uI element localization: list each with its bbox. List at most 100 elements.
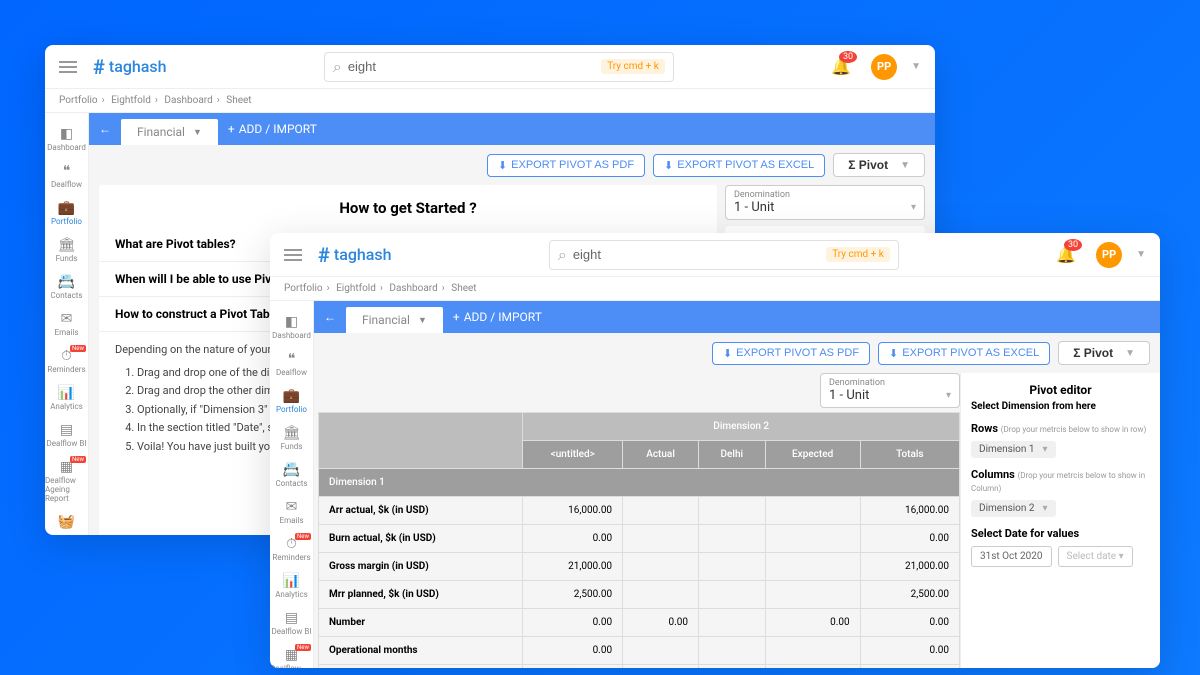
notifications-button[interactable]: 🔔 30 [1056,245,1076,264]
search-box[interactable]: ⌕ Try cmd + k [324,52,674,82]
notifications-button[interactable]: 🔔 30 [831,57,851,76]
brand-name: taghash [109,57,167,76]
pivot-toggle-button[interactable]: Σ Pivot▼ [833,153,925,177]
sidebar-label: Reminders [272,553,310,562]
sidebar-label: Dealflow Ageing Report [45,476,88,503]
search-input[interactable] [573,247,826,262]
crumb-dashboard[interactable]: Dashboard [389,283,437,294]
sidebar-item-emails[interactable]: ✉Emails [270,494,313,531]
tab-financial[interactable]: Financial▼ [121,119,218,145]
cell [699,665,766,669]
brand-logo[interactable]: #taghash [318,243,392,267]
chevron-down-icon[interactable]: ▼ [1136,249,1146,260]
denomination-label: Denomination [734,190,916,200]
sidebar-icon: 🏛 [58,238,76,252]
back-icon[interactable]: ← [324,310,336,324]
sidebar-item-emails[interactable]: ✉Emails [45,306,88,343]
plus-icon: + [453,310,460,324]
cell [623,525,699,553]
column-header[interactable]: Delhi [699,441,766,469]
sidebar-item-contacts[interactable]: 📇Contacts [45,269,88,306]
topbar: #taghash ⌕ Try cmd + k 🔔 30 PP ▼ [270,233,1160,277]
search-input[interactable] [348,59,601,74]
sidebar-label: Dealflow [51,180,82,189]
cell [765,497,860,525]
cell [699,637,766,665]
sidebar-item-funds[interactable]: 🏛Funds [45,232,88,269]
sheet-tabbar: ← Financial▼ +ADD / IMPORT [314,301,1160,333]
cell: 0.00 [523,665,623,669]
crumb-sheet[interactable]: Sheet [226,95,251,106]
column-header[interactable]: <untitled> [523,441,623,469]
sidebar-item-analytics[interactable]: 📊Analytics [45,380,88,417]
sidebar-label: Dashboard [272,331,311,340]
search-icon: ⌕ [333,57,342,77]
column-header[interactable]: Actual [623,441,699,469]
column-header[interactable]: Totals [860,441,959,469]
menu-icon[interactable] [284,249,302,261]
sidebar-item-dashboard[interactable]: ◧Dashboard [45,121,88,158]
sidebar: ◧Dashboard❝Dealflow💼Portfolio🏛Funds📇Cont… [270,301,314,668]
sidebar-item-portfolio[interactable]: 💼Portfolio [270,383,313,420]
pivot-toggle-button[interactable]: Σ Pivot▼ [1058,341,1150,365]
sidebar-item-dealflow-bi[interactable]: ▤Dealflow BI [270,605,313,642]
row-label: Percentage [319,665,523,669]
table-row: Gross margin (in USD)21,000.0021,000.00 [319,553,960,581]
sidebar-icon: ◧ [60,127,73,141]
export-excel-button[interactable]: ⬇EXPORT PIVOT AS EXCEL [653,154,825,177]
cell: 0.00 [523,525,623,553]
onboarding-title: How to get Started ? [99,185,717,227]
cell: 16,000.00 [523,497,623,525]
column-header[interactable]: Expected [765,441,860,469]
sidebar-item-dealflow-ageing-report[interactable]: New▦Dealflow Ageing Report [45,454,88,509]
crumb-eightfold[interactable]: Eightfold [111,95,151,106]
sidebar-item-reminders[interactable]: New⏱Reminders [270,531,313,568]
sidebar-item-portfolio[interactable]: 💼Portfolio [45,195,88,232]
sidebar-item-reminders[interactable]: New⏱Reminders [45,343,88,380]
sidebar-icon: 📇 [283,463,300,477]
date-select[interactable]: Select date ▾ [1058,546,1133,567]
add-import-button[interactable]: +ADD / IMPORT [228,122,317,136]
export-pdf-button[interactable]: ⬇EXPORT PIVOT AS PDF [712,342,870,365]
crumb-dashboard[interactable]: Dashboard [164,95,212,106]
sidebar-item-dealflow[interactable]: ❝Dealflow [270,346,313,383]
sidebar-item-dealflow[interactable]: ❝Dealflow [45,158,88,195]
columns-dimension-chip[interactable]: Dimension 2▾ [971,500,1056,517]
table-row: Burn actual, $k (in USD)0.000.00 [319,525,960,553]
sidebar-item-contacts[interactable]: 📇Contacts [270,457,313,494]
sidebar-item-analytics[interactable]: 📊Analytics [270,568,313,605]
tab-financial[interactable]: Financial▼ [346,307,443,333]
brand-logo[interactable]: #taghash [93,55,167,79]
avatar[interactable]: PP [1096,242,1122,268]
crumb-portfolio[interactable]: Portfolio [284,283,323,294]
chevron-down-icon[interactable]: ▼ [911,61,921,72]
breadcrumb: Portfolio› Eightfold› Dashboard› Sheet [45,89,935,113]
actions-row: ⬇EXPORT PIVOT AS PDF ⬇EXPORT PIVOT AS EX… [89,145,935,185]
crumb-portfolio[interactable]: Portfolio [59,95,98,106]
menu-icon[interactable] [59,61,77,73]
sidebar-item-funds[interactable]: 🏛Funds [270,420,313,457]
pivot-editor-title: Pivot editor [971,383,1150,397]
sidebar-item-dealflow-ageing-report[interactable]: New▦Dealflow Ageing Report [270,642,313,668]
denomination-select[interactable]: Denomination 1 - Unit▾ [725,185,925,220]
date-value[interactable]: 31st Oct 2020 [971,546,1052,567]
sidebar-item-more[interactable]: 🧺 [45,509,88,535]
crumb-eightfold[interactable]: Eightfold [336,283,376,294]
search-box[interactable]: ⌕ Try cmd + k [549,240,899,270]
cell [623,637,699,665]
denomination-select[interactable]: Denomination 1 - Unit▾ [820,373,960,408]
export-pdf-button[interactable]: ⬇EXPORT PIVOT AS PDF [487,154,645,177]
crumb-sheet[interactable]: Sheet [451,283,476,294]
avatar[interactable]: PP [871,54,897,80]
sidebar-item-dashboard[interactable]: ◧Dashboard [270,309,313,346]
back-icon[interactable]: ← [99,122,111,136]
topbar: #taghash ⌕ Try cmd + k 🔔 30 PP ▼ [45,45,935,89]
export-excel-button[interactable]: ⬇EXPORT PIVOT AS EXCEL [878,342,1050,365]
rows-dimension-chip[interactable]: Dimension 1▾ [971,441,1056,458]
col-group-header: Dimension 2 [523,413,960,441]
sidebar-item-dealflow-bi[interactable]: ▤Dealflow BI [45,417,88,454]
columns-label: Columns [971,468,1015,481]
cell: 0.00 [860,525,959,553]
add-import-button[interactable]: +ADD / IMPORT [453,310,542,324]
pivot-table: Dimension 2 <untitled>ActualDelhiExpecte… [318,412,960,668]
